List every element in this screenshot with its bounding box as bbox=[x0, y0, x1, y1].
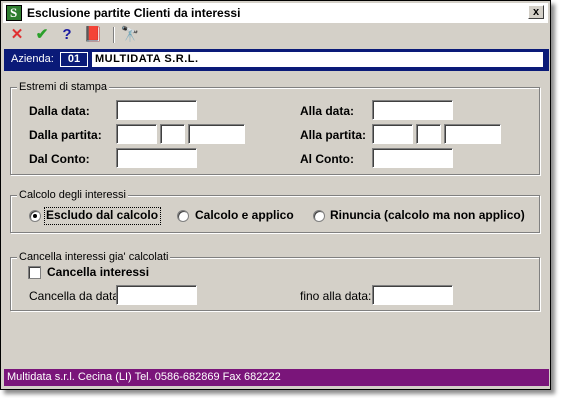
dal-conto-field[interactable] bbox=[116, 148, 197, 168]
help-question-icon[interactable]: ? bbox=[57, 25, 77, 45]
cancella-da-data-field[interactable] bbox=[116, 285, 197, 305]
calcolo-group: Calcolo degli interessi Escludo dal calc… bbox=[10, 189, 540, 233]
radio-escludo[interactable] bbox=[29, 210, 41, 222]
al-conto-label: Al Conto: bbox=[300, 152, 354, 166]
radio-rinuncia-label[interactable]: Rinuncia (calcolo ma non applico) bbox=[330, 208, 525, 222]
azienda-label: Azienda: bbox=[11, 53, 54, 65]
alla-partita-field-1[interactable] bbox=[372, 124, 413, 144]
status-text: Multidata s.r.l. Cecina (LI) Tel. 0586-6… bbox=[7, 371, 281, 383]
alla-partita-label: Alla partita: bbox=[300, 128, 367, 142]
fino-alla-data-field[interactable] bbox=[372, 285, 453, 305]
book-icon[interactable]: 📕 bbox=[83, 25, 103, 45]
al-conto-field[interactable] bbox=[372, 148, 453, 168]
app-icon bbox=[6, 5, 22, 21]
azienda-name[interactable]: MULTIDATA S.R.L. bbox=[92, 52, 543, 67]
alla-partita-field-2[interactable] bbox=[416, 124, 441, 144]
binoculars-icon[interactable]: 🔭 bbox=[120, 25, 140, 45]
estremi-group: Estremi di stampa Dalla data: Alla data:… bbox=[10, 81, 540, 175]
alla-data-field[interactable] bbox=[372, 100, 453, 120]
dalla-data-label: Dalla data: bbox=[29, 104, 90, 118]
dalla-data-field[interactable] bbox=[116, 100, 197, 120]
cancel-x-icon[interactable]: ✕ bbox=[7, 25, 27, 45]
cancella-checkbox[interactable] bbox=[28, 266, 41, 279]
dalla-partita-field-2[interactable] bbox=[160, 124, 185, 144]
alla-partita-field-3[interactable] bbox=[444, 124, 501, 144]
radio-calcolo-applico[interactable] bbox=[177, 210, 189, 222]
status-bar: Multidata s.r.l. Cecina (LI) Tel. 0586-6… bbox=[4, 369, 549, 386]
alla-data-label: Alla data: bbox=[300, 104, 355, 118]
estremi-legend: Estremi di stampa bbox=[17, 81, 110, 93]
window-title: Esclusione partite Clienti da interessi bbox=[27, 6, 241, 20]
cancella-da-data-label: Cancella da data: bbox=[29, 289, 123, 303]
title-bar[interactable]: Esclusione partite Clienti da interessi … bbox=[3, 3, 548, 23]
azienda-bar: Azienda: 01 MULTIDATA S.R.L. bbox=[4, 49, 549, 71]
cancella-legend: Cancella interessi gia' calcolati bbox=[17, 251, 171, 263]
cancella-checkbox-label[interactable]: Cancella interessi bbox=[47, 265, 149, 279]
radio-calcolo-applico-label[interactable]: Calcolo e applico bbox=[195, 208, 294, 222]
toolbar-separator bbox=[113, 27, 115, 43]
radio-escludo-label[interactable]: Escludo dal calcolo bbox=[46, 208, 158, 222]
dialog-window: Esclusione partite Clienti da interessi … bbox=[0, 0, 551, 390]
dalla-partita-field-1[interactable] bbox=[116, 124, 157, 144]
dalla-partita-field-3[interactable] bbox=[188, 124, 245, 144]
dal-conto-label: Dal Conto: bbox=[29, 152, 90, 166]
confirm-check-icon[interactable]: ✔ bbox=[32, 25, 52, 45]
azienda-code[interactable]: 01 bbox=[60, 52, 88, 67]
dalla-partita-label: Dalla partita: bbox=[29, 128, 102, 142]
close-button[interactable]: x bbox=[528, 5, 544, 19]
cancella-group: Cancella interessi gia' calcolati Cancel… bbox=[10, 251, 540, 311]
fino-alla-data-label: fino alla data: bbox=[300, 289, 372, 303]
toolbar: ✕ ✔ ? 📕 🔭 bbox=[3, 24, 548, 46]
radio-rinuncia[interactable] bbox=[313, 210, 325, 222]
calcolo-legend: Calcolo degli interessi bbox=[17, 189, 128, 201]
